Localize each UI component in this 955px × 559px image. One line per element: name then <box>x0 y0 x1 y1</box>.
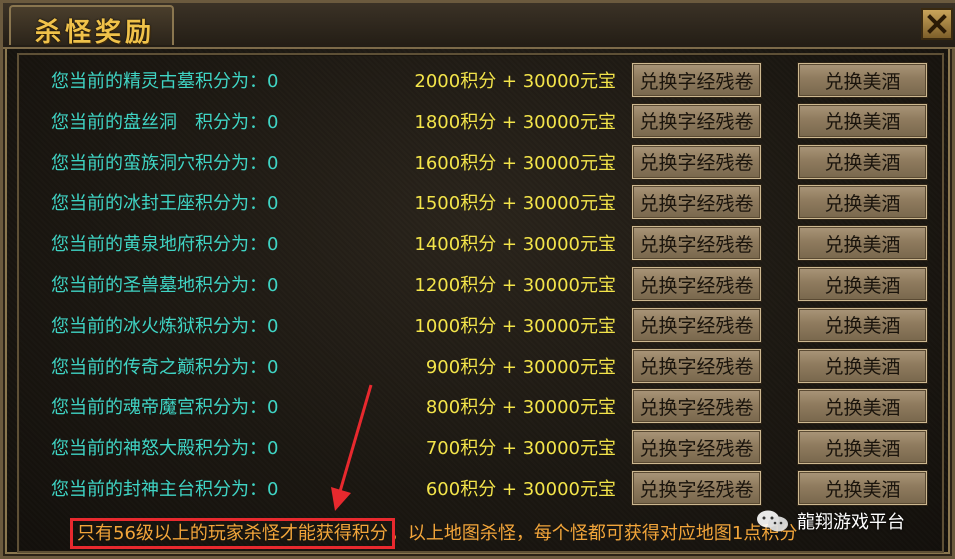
reward-row: 您当前的黄泉地府积分为：0 1400积分 + 30000元宝 兑换字经残卷 兑换美酒 <box>3 222 955 262</box>
exchange-scroll-button[interactable]: 兑换字经残卷 <box>631 143 762 180</box>
map-score-label: 您当前的圣兽墓地积分为：0 <box>51 275 279 296</box>
exchange-scroll-button[interactable]: 兑换字经残卷 <box>631 225 762 262</box>
map-score-label: 您当前的封神主台积分为：0 <box>51 479 279 500</box>
reward-row: 您当前的盘丝洞 积分为：0 1800积分 + 30000元宝 兑换字经残卷 兑换美酒 <box>3 100 955 140</box>
reward-row: 您当前的冰封王座积分为：0 1500积分 + 30000元宝 兑换字经残卷 兑换美酒 <box>3 181 955 221</box>
exchange-wine-button[interactable]: 兑换美酒 <box>797 306 928 343</box>
exchange-cost: 1500积分 + 30000元宝 <box>414 193 616 215</box>
watermark-text: 龍翔游戏平台 <box>797 512 905 533</box>
exchange-scroll-button[interactable]: 兑换字经残卷 <box>631 388 762 425</box>
exchange-scroll-button[interactable]: 兑换字经残卷 <box>631 470 762 506</box>
exchange-wine-button[interactable]: 兑换美酒 <box>797 470 928 506</box>
map-score-label: 您当前的冰封王座积分为：0 <box>51 193 279 215</box>
exchange-wine-button[interactable]: 兑换美酒 <box>797 429 928 466</box>
exchange-scroll-button[interactable]: 兑换字经残卷 <box>631 266 762 302</box>
exchange-cost: 1600积分 + 30000元宝 <box>414 152 616 174</box>
footer-rest: ，以上地图杀怪，每个怪都可获得对应地图1点积分 <box>389 523 798 544</box>
watermark: 龍翔游戏平台 <box>755 508 905 534</box>
reward-row: 您当前的传奇之巅积分为：0 900积分 + 30000元宝 兑换字经残卷 兑换美酒 <box>3 345 955 385</box>
footer-note: 只有56级以上的玩家杀怪才能获得积分 ，以上地图杀怪，每个怪都可获得对应地图1点积… <box>70 518 798 549</box>
wechat-icon <box>757 510 788 532</box>
footer-highlight: 只有56级以上的玩家杀怪才能获得积分 <box>70 518 395 549</box>
exchange-wine-button[interactable]: 兑换美酒 <box>797 184 928 221</box>
reward-row: 您当前的冰火炼狱积分为：0 1000积分 + 30000元宝 兑换字经残卷 兑换美酒 <box>3 304 955 344</box>
exchange-wine-button[interactable]: 兑换美酒 <box>797 225 928 262</box>
reward-row: 您当前的魂帝魔宫积分为：0 800积分 + 30000元宝 兑换字经残卷 兑换美酒 <box>3 385 955 425</box>
map-score-label: 您当前的盘丝洞 积分为：0 <box>51 111 279 133</box>
exchange-cost: 900积分 + 30000元宝 <box>425 356 616 378</box>
reward-row: 您当前的圣兽墓地积分为：0 1200积分 + 30000元宝 兑换字经残卷 兑换美酒 <box>3 263 955 303</box>
map-score-label: 您当前的魂帝魔宫积分为：0 <box>51 397 279 419</box>
exchange-scroll-button[interactable]: 兑换字经残卷 <box>631 306 762 343</box>
title-bar: 杀怪奖励 <box>3 3 955 49</box>
window-title: 杀怪奖励 <box>35 18 156 48</box>
exchange-scroll-button[interactable]: 兑换字经残卷 <box>631 347 762 384</box>
exchange-scroll-button[interactable]: 兑换字经残卷 <box>631 184 762 221</box>
exchange-wine-button[interactable]: 兑换美酒 <box>797 102 928 139</box>
exchange-cost: 2000积分 + 30000元宝 <box>414 71 616 92</box>
exchange-wine-button[interactable]: 兑换美酒 <box>797 347 928 384</box>
exchange-scroll-button[interactable]: 兑换字经残卷 <box>631 62 762 98</box>
close-button[interactable] <box>921 8 953 40</box>
reward-row: 您当前的蛮族洞穴积分为：0 1600积分 + 30000元宝 兑换字经残卷 兑换美酒 <box>3 141 955 181</box>
map-score-label: 您当前的蛮族洞穴积分为：0 <box>51 152 279 174</box>
exchange-wine-button[interactable]: 兑换美酒 <box>797 62 928 98</box>
reward-window: 杀怪奖励 您当前的精灵古墓积分为：0 2000积分 + 30000元宝 兑换字经残卷… <box>0 0 955 559</box>
exchange-wine-button[interactable]: 兑换美酒 <box>797 388 928 425</box>
close-icon <box>927 14 947 34</box>
map-score-label: 您当前的冰火炼狱积分为：0 <box>51 315 279 337</box>
exchange-wine-button[interactable]: 兑换美酒 <box>797 143 928 180</box>
exchange-scroll-button[interactable]: 兑换字经残卷 <box>631 429 762 466</box>
reward-row: 您当前的神怒大殿积分为：0 700积分 + 30000元宝 兑换字经残卷 兑换美酒 <box>3 426 955 466</box>
map-score-label: 您当前的黄泉地府积分为：0 <box>51 234 279 256</box>
title-tab: 杀怪奖励 <box>9 5 174 48</box>
exchange-scroll-button[interactable]: 兑换字经残卷 <box>631 102 762 139</box>
map-score-label: 您当前的传奇之巅积分为：0 <box>51 356 279 378</box>
map-score-label: 您当前的精灵古墓积分为：0 <box>51 71 279 92</box>
exchange-cost: 1200积分 + 30000元宝 <box>414 275 616 296</box>
reward-row: 您当前的精灵古墓积分为：0 2000积分 + 30000元宝 兑换字经残卷 兑换美酒 <box>3 59 955 99</box>
exchange-cost: 1400积分 + 30000元宝 <box>414 234 616 256</box>
map-score-label: 您当前的神怒大殿积分为：0 <box>51 438 279 460</box>
exchange-cost: 1800积分 + 30000元宝 <box>414 111 616 133</box>
reward-row: 您当前的封神主台积分为：0 600积分 + 30000元宝 兑换字经残卷 兑换美酒 <box>3 467 955 507</box>
exchange-cost: 1000积分 + 30000元宝 <box>414 315 616 337</box>
exchange-wine-button[interactable]: 兑换美酒 <box>797 266 928 302</box>
annotation-arrow-icon <box>331 384 373 511</box>
